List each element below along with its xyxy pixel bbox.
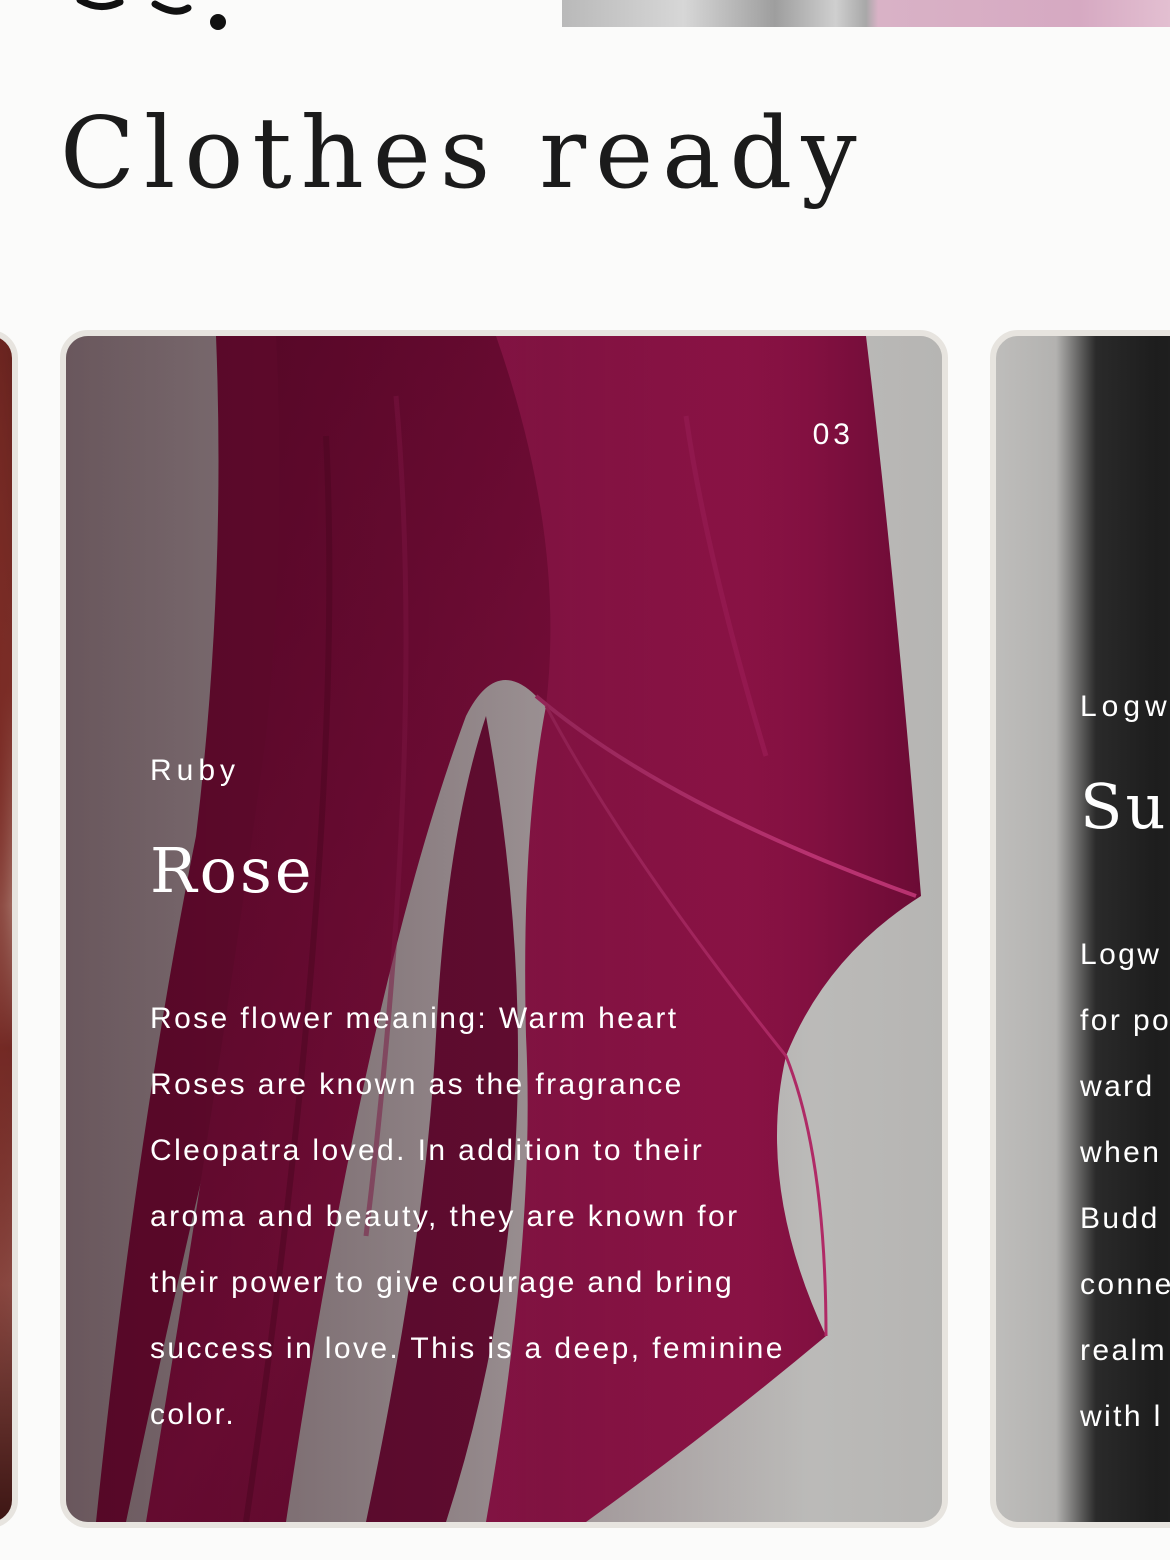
description-line: for po (1080, 1004, 1170, 1037)
card-description: Logw for po ward when Budd conne realm w… (1080, 922, 1170, 1450)
card-subtitle: Logw (1080, 690, 1170, 723)
carousel-card-previous[interactable] (0, 330, 18, 1528)
description-line: conne (1080, 1268, 1170, 1301)
description-line: Cleopatra loved. In addition to their (150, 1134, 705, 1167)
brand-logo-fragment (76, 0, 226, 30)
description-line: ward (1080, 1070, 1155, 1103)
description-line: Roses are known as the fragrance (150, 1068, 684, 1101)
card-index: 03 (812, 418, 854, 451)
description-line: Logw (1080, 938, 1162, 971)
description-line: Rose flower meaning: Warm heart (150, 1002, 679, 1035)
card-subtitle: Ruby (150, 754, 241, 787)
card-description: Rose flower meaning: Warm heart Roses ar… (150, 986, 850, 1448)
description-line: with l (1080, 1400, 1163, 1433)
carousel-card-next[interactable]: Logw Sur Logw for po ward when Budd conn… (990, 330, 1170, 1528)
description-line: their power to give courage and bring (150, 1266, 735, 1299)
header-image-fragment (562, 0, 1170, 27)
card-title: Rose (150, 834, 315, 907)
description-line: realm (1080, 1334, 1168, 1367)
section-title: Clothes ready (60, 97, 866, 211)
carousel-card-rose[interactable]: 03 Ruby Rose Rose flower meaning: Warm h… (60, 330, 948, 1528)
description-line: success in love. This is a deep, feminin… (150, 1332, 785, 1365)
description-line: aroma and beauty, they are known for (150, 1200, 740, 1233)
card-title: Sur (1080, 770, 1170, 843)
description-line: Budd (1080, 1202, 1160, 1235)
description-line: when (1080, 1136, 1162, 1169)
description-line: color. (150, 1398, 237, 1431)
